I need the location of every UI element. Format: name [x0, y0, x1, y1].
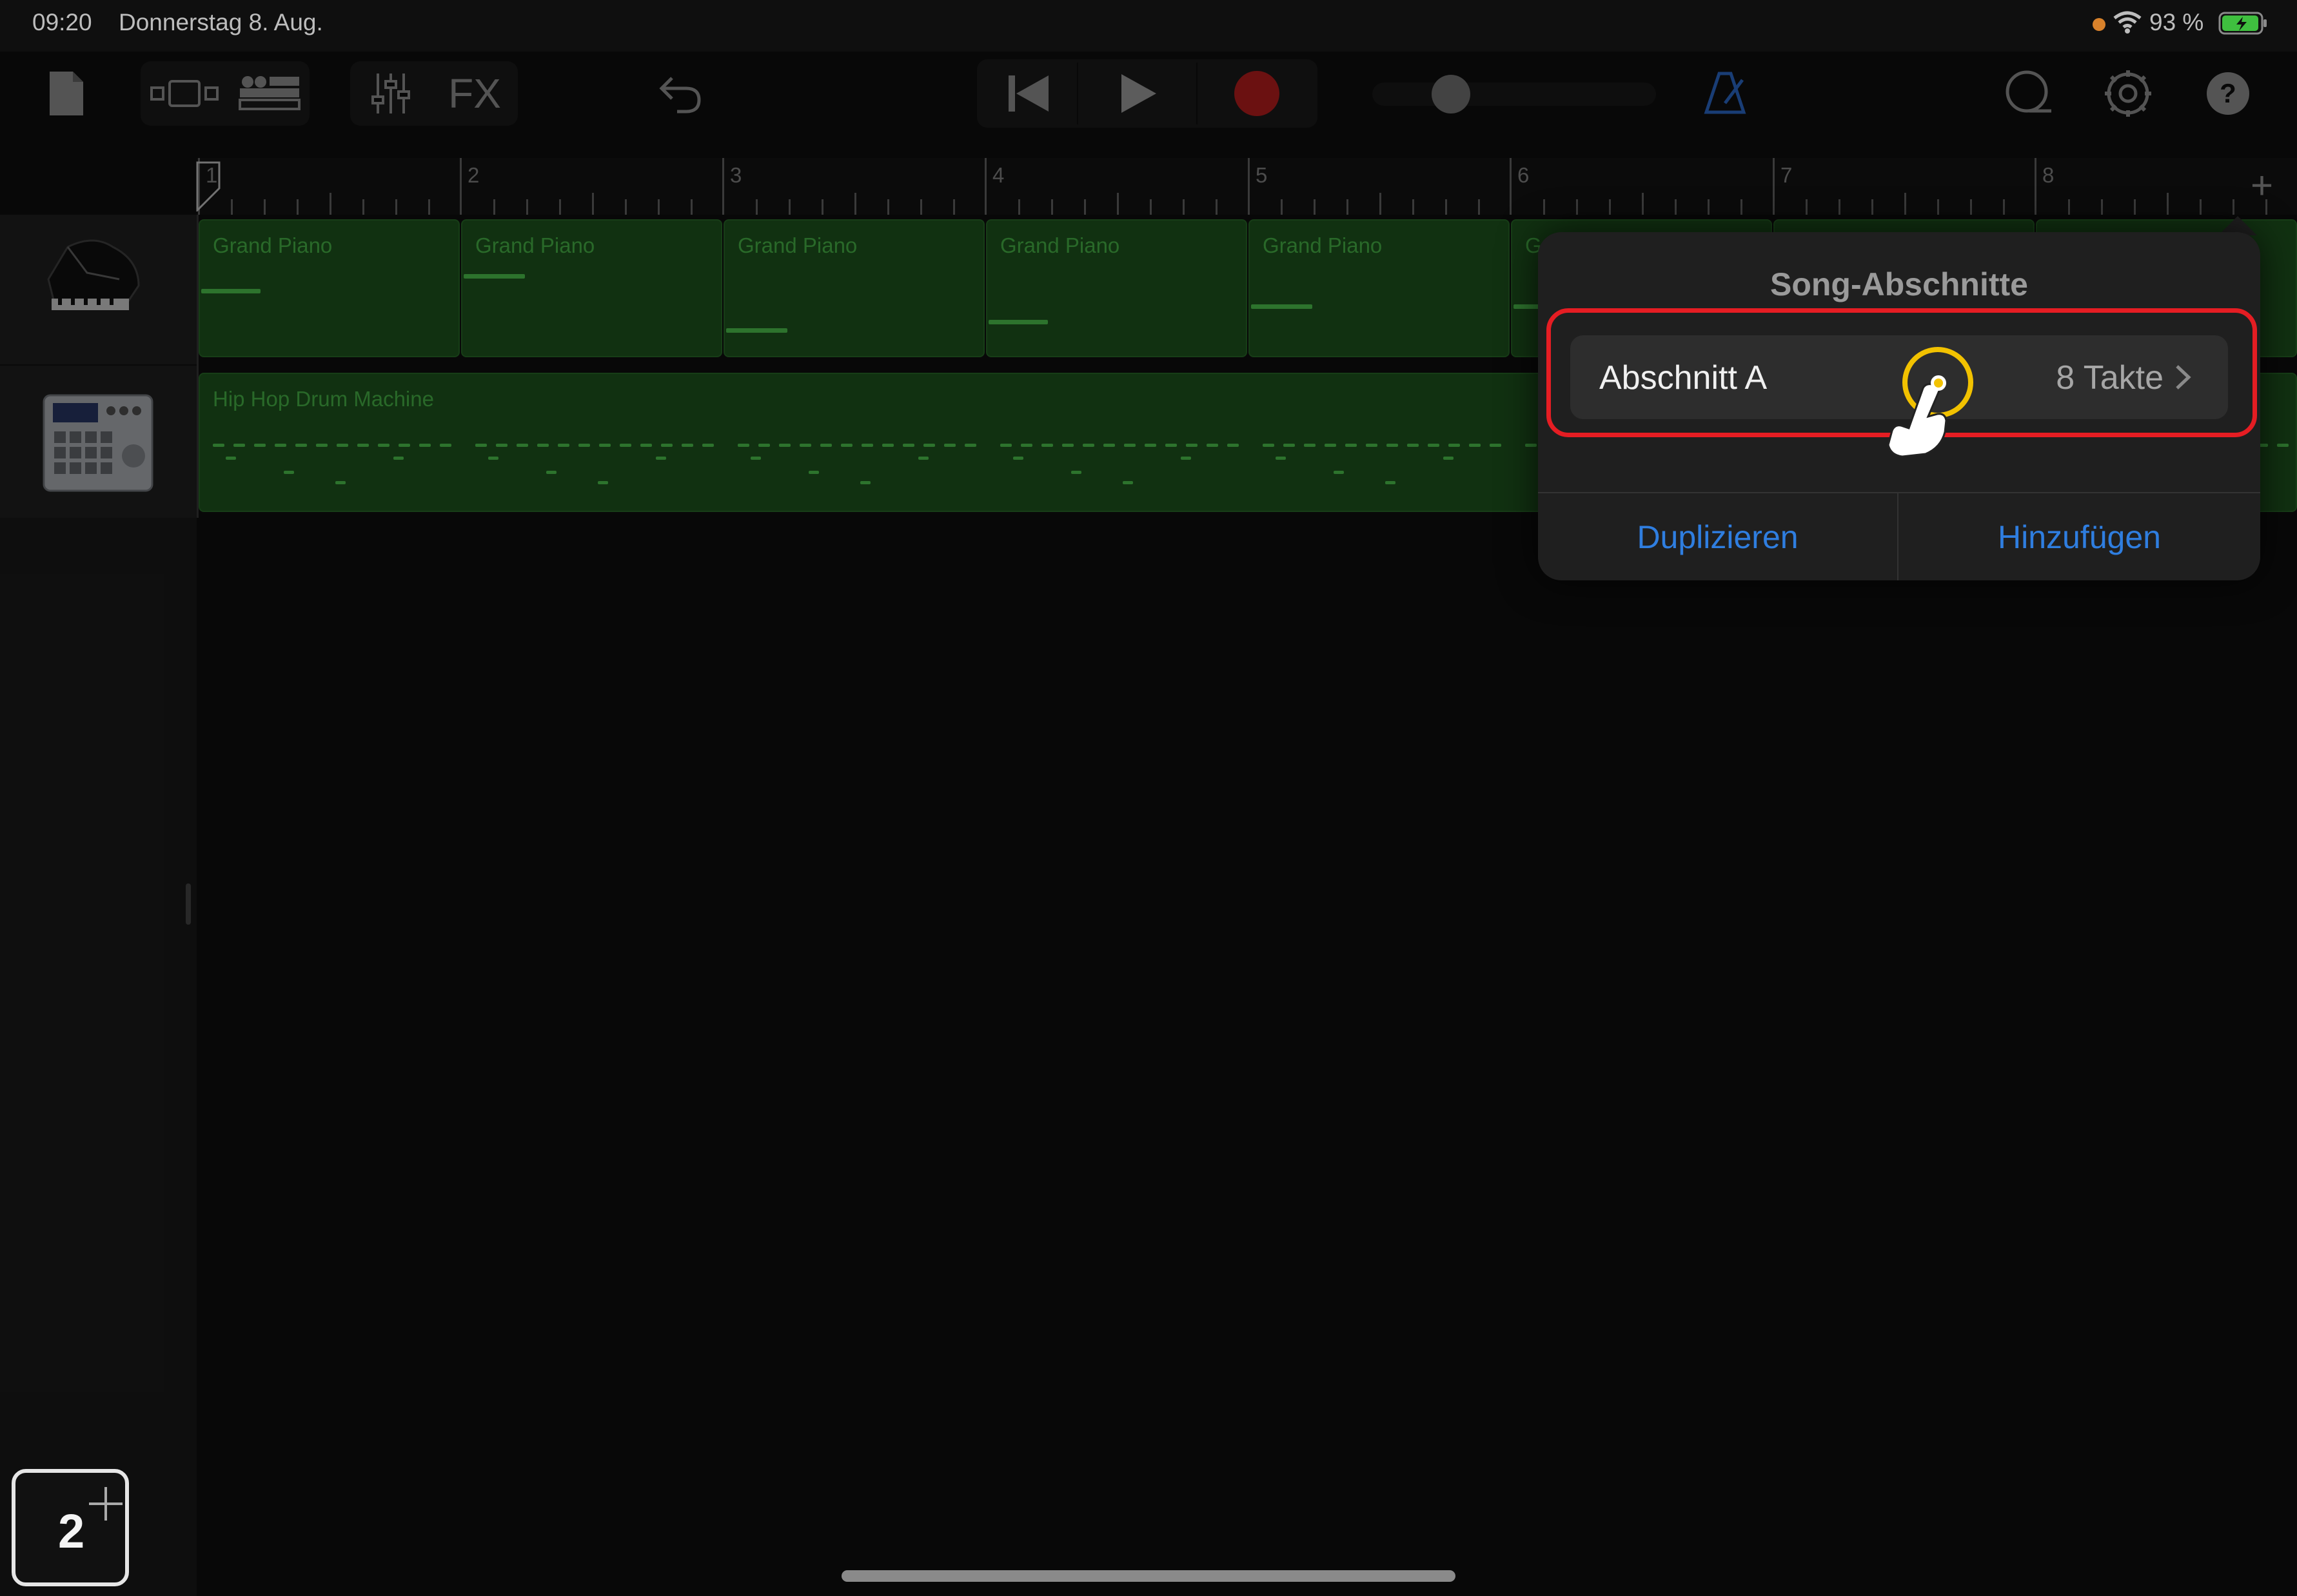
step-number-badge: 2: [12, 1469, 129, 1586]
step-number: 2: [58, 1504, 85, 1558]
battery-percentage: 93 %: [2149, 9, 2204, 35]
tap-indicator-dot: [1931, 375, 1946, 391]
duplicate-button[interactable]: Duplizieren: [1538, 493, 1897, 580]
wifi-icon: [2113, 11, 2142, 34]
privacy-dot-icon: [2093, 18, 2105, 31]
add-section-popover-button[interactable]: Hinzufügen: [1898, 493, 2260, 580]
status-bar: 09:20 Donnerstag 8. Aug. 93 %: [0, 0, 2297, 52]
popover-title: Song-Abschnitte: [1770, 266, 2028, 302]
battery-icon: [2218, 12, 2267, 35]
status-date: Donnerstag 8. Aug.: [119, 9, 323, 35]
home-indicator[interactable]: [842, 1570, 1455, 1582]
hand-pointer-icon: [1887, 383, 1947, 458]
status-time: 09:20: [32, 9, 92, 35]
plus-icon: [89, 1487, 123, 1521]
